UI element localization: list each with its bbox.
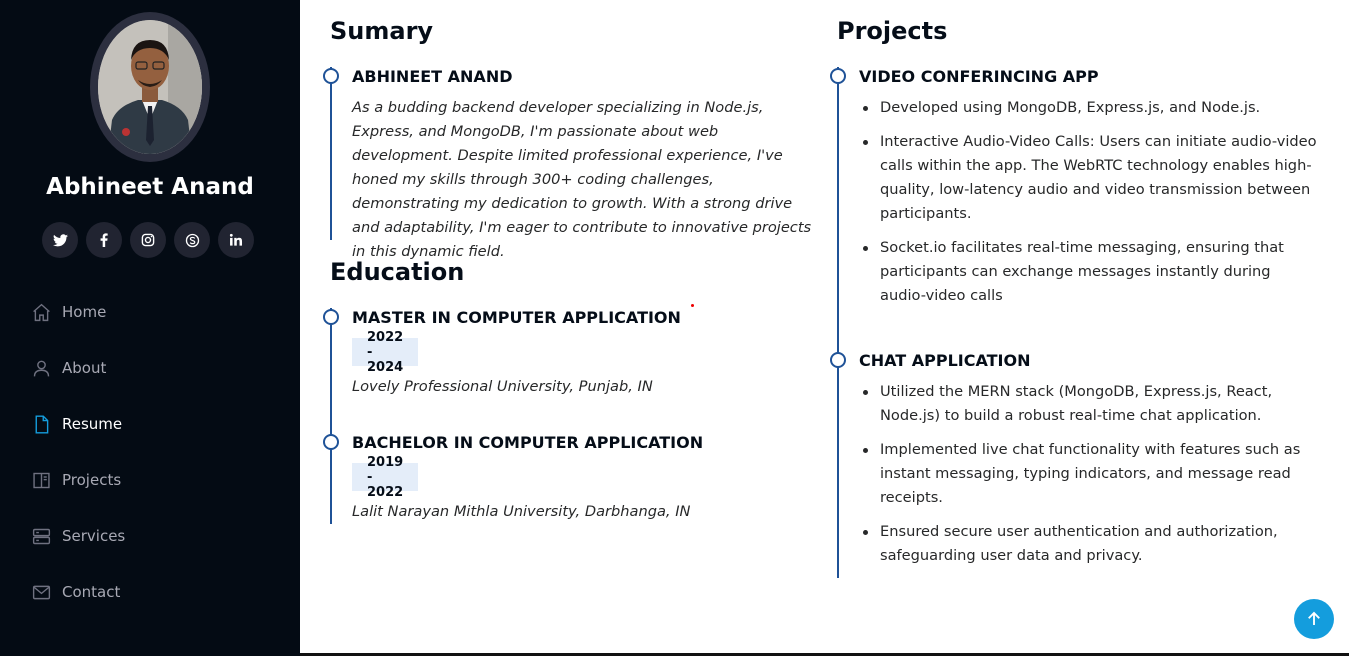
education-item: MASTER IN COMPUTER APPLICATION 2022 - 20… (323, 308, 681, 433)
nav-item-contact[interactable]: Contact (30, 564, 290, 620)
nav-item-resume[interactable]: Resume (30, 396, 290, 452)
nav-item-home[interactable]: Home (30, 284, 290, 340)
nav-item-services[interactable]: Services (30, 508, 290, 564)
server-icon (30, 525, 52, 547)
projects-heading: Projects (837, 17, 948, 45)
list-item: Interactive Audio-Video Calls: Users can… (859, 130, 1321, 226)
cursor-dot (691, 304, 694, 307)
nav-item-projects[interactable]: Projects (30, 452, 290, 508)
facebook-icon[interactable] (86, 222, 122, 258)
timeline-dot (830, 352, 846, 368)
timeline-dot (323, 68, 339, 84)
person-icon (30, 357, 52, 379)
envelope-icon (30, 581, 52, 603)
timeline-dot (323, 309, 339, 325)
summary-name: ABHINEET ANAND (352, 67, 513, 86)
degree-years: 2022 - 2024 (352, 330, 419, 375)
summary-text: As a budding backend developer specializ… (352, 99, 812, 260)
nav-label: Projects (62, 471, 122, 489)
list-item: Ensured secure user authentication and a… (859, 520, 1321, 568)
degree-school: Lovely Professional University, Punjab, … (352, 378, 653, 395)
education-item: BACHELOR IN COMPUTER APPLICATION 2019 - … (323, 433, 703, 524)
linkedin-icon[interactable] (218, 222, 254, 258)
file-icon (30, 413, 52, 435)
sidebar: Abhineet Anand Home About Resume Project… (0, 0, 300, 656)
nav-label: Home (62, 303, 107, 321)
degree-title: BACHELOR IN COMPUTER APPLICATION (352, 433, 704, 452)
nav-label: Contact (62, 583, 121, 601)
timeline-dot (830, 68, 846, 84)
timeline-dot (323, 434, 339, 450)
education-heading: Education (330, 258, 465, 286)
nav-label: Resume (62, 415, 123, 433)
home-icon (30, 301, 52, 323)
twitter-icon[interactable] (42, 222, 78, 258)
project-bullets: Developed using MongoDB, Express.js, and… (859, 96, 1321, 318)
nav-label: Services (62, 527, 126, 545)
list-item: Utilized the MERN stack (MongoDB, Expres… (859, 380, 1321, 428)
degree-title: MASTER IN COMPUTER APPLICATION (352, 308, 681, 327)
summary-heading: Sumary (330, 17, 434, 45)
degree-school: Lalit Narayan Mithla University, Darbhan… (352, 503, 691, 520)
back-to-top-button[interactable] (1294, 599, 1334, 639)
instagram-icon[interactable] (130, 222, 166, 258)
project-item: CHAT APPLICATION Utilized the MERN stack… (830, 351, 1300, 578)
summary-item: ABHINEET ANAND As a budding backend deve… (323, 67, 811, 260)
sidebar-nav: Home About Resume Projects Services Cont… (30, 284, 290, 620)
book-icon (30, 469, 52, 491)
social-links (42, 222, 254, 258)
avatar (90, 12, 210, 162)
skype-icon[interactable] (174, 222, 210, 258)
nav-item-about[interactable]: About (30, 340, 290, 396)
degree-years: 2019 - 2022 (352, 455, 419, 500)
project-bullets: Utilized the MERN stack (MongoDB, Expres… (859, 380, 1321, 578)
profile-photo (98, 20, 202, 154)
project-title: CHAT APPLICATION (859, 351, 1031, 370)
arrow-up-icon (1308, 611, 1320, 625)
list-item: Implemented live chat functionality with… (859, 438, 1321, 510)
project-title: VIDEO CONFERINCING APP (859, 67, 1099, 86)
profile-name: Abhineet Anand (46, 174, 254, 200)
project-item: VIDEO CONFERINCING APP Developed using M… (830, 67, 1317, 351)
list-item: Developed using MongoDB, Express.js, and… (859, 96, 1321, 120)
list-item: Socket.io facilitates real-time messagin… (859, 236, 1321, 308)
nav-label: About (62, 359, 107, 377)
